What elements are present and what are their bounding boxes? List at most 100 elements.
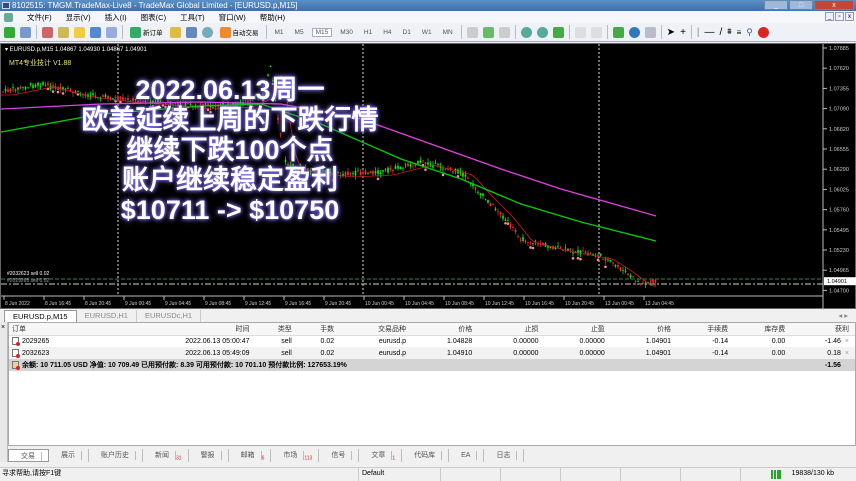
cursor-icon[interactable]: ➤ [667, 27, 675, 38]
order-row[interactable]: 2029265 2022.06.13 05:00:47 sell 0.02 eurusd… [9, 335, 855, 347]
templates-icon[interactable] [644, 26, 656, 38]
signal-dot [531, 246, 535, 250]
new-order-button[interactable]: 新订单 [128, 25, 165, 39]
balance-row: 余额: 10 711.05 USD 净值: 10 709.49 已用预付款: 8… [9, 359, 855, 371]
new-chart-icon[interactable] [4, 26, 15, 38]
terminal-tab[interactable]: 警报 [189, 449, 229, 462]
text-tool-icon[interactable]: ≡ [737, 28, 742, 37]
search-icon[interactable]: ⚲ [746, 27, 753, 38]
navigator-icon[interactable] [58, 26, 69, 38]
menu-help[interactable]: 帮助(H) [260, 12, 285, 23]
column-header[interactable]: 库存费 [734, 323, 792, 336]
column-header[interactable]: 价格 [412, 323, 479, 336]
menu-tools[interactable]: 工具(T) [180, 12, 205, 23]
candlestick-icon[interactable] [482, 26, 494, 38]
timeframe-mn[interactable]: MN [440, 29, 456, 36]
chart-symbol-info: ▾ EURUSD.p,M15 1.04867 1.04930 1.04867 1… [5, 47, 147, 53]
experts-icon[interactable] [185, 26, 197, 38]
alert-icon[interactable] [757, 26, 769, 38]
timeframe-h4[interactable]: H4 [380, 29, 394, 36]
data-window-icon[interactable] [74, 26, 85, 38]
terminal-tab[interactable]: 展示 [49, 449, 89, 462]
column-header[interactable]: 手数 [297, 323, 341, 336]
column-header[interactable]: 类型 [255, 323, 298, 336]
menu-charts[interactable]: 图表(C) [141, 12, 166, 23]
timeframe-w1[interactable]: W1 [419, 29, 435, 36]
tester-icon[interactable] [106, 26, 117, 38]
chart-tab[interactable]: EURUSDc,H1 [137, 310, 202, 322]
menu-file[interactable]: 文件(F) [27, 12, 52, 23]
tab-label: EA [455, 451, 478, 460]
vertical-line-icon[interactable]: | [697, 27, 700, 38]
candle-body [497, 211, 499, 213]
tab-scroll-arrows[interactable]: ◂ ▸ [830, 310, 856, 322]
bar-chart-icon[interactable] [466, 26, 478, 38]
terminal-tab[interactable]: 交易 [8, 449, 49, 462]
terminal-tab[interactable]: 代码库 [402, 449, 450, 462]
mdi-close-button[interactable]: x [845, 12, 854, 21]
timeframe-m30[interactable]: M30 [337, 29, 356, 36]
terminal-tab[interactable]: 日志 [484, 449, 525, 462]
menu-view[interactable]: 显示(V) [66, 12, 91, 23]
column-header[interactable]: 价格 [610, 323, 678, 336]
column-header[interactable]: 订单 [9, 323, 107, 336]
crosshair-icon[interactable]: + [680, 27, 686, 38]
terminal-tab[interactable]: EA [449, 449, 485, 462]
terminal-tab[interactable]: 邮箱 6 [229, 449, 272, 462]
price-label: 1.04700 [829, 288, 849, 294]
auto-scroll-icon[interactable] [574, 26, 586, 38]
timeframe-d1[interactable]: D1 [400, 29, 414, 36]
column-header[interactable]: 止盈 [544, 323, 611, 336]
indicators-icon[interactable] [612, 26, 624, 38]
balance-summary: 余额: 10 711.05 USD 净值: 10 709.49 已用预付款: 8… [22, 362, 347, 369]
candle-body [432, 164, 434, 168]
tile-windows-icon[interactable] [552, 26, 564, 38]
metaeditor-icon[interactable] [169, 26, 181, 38]
terminal-tab[interactable]: 新闻 31 [143, 449, 189, 462]
chart-tab[interactable]: EURUSD,H1 [77, 310, 137, 322]
timeframe-m1[interactable]: M1 [272, 29, 287, 36]
market-watch-icon[interactable] [42, 26, 53, 38]
zoom-in-icon[interactable] [520, 26, 532, 38]
candle-body [559, 247, 562, 249]
timeframe-h1[interactable]: H1 [361, 29, 375, 36]
column-header[interactable]: 手续费 [677, 323, 735, 336]
chart-tab[interactable]: EURUSD.p,M15 [4, 310, 77, 322]
column-header[interactable]: 止损 [478, 323, 545, 336]
close-order-icon[interactable]: × [841, 350, 849, 357]
minimize-button[interactable]: _ [764, 0, 788, 10]
terminal-tab[interactable]: 文章 1 [359, 449, 403, 462]
horizontal-line-icon[interactable]: — [705, 27, 715, 38]
close-order-icon[interactable]: × [841, 338, 849, 345]
mdi-minimize-button[interactable]: _ [825, 12, 834, 21]
menu-insert[interactable]: 插入(I) [105, 12, 127, 23]
column-header[interactable]: 时间 [106, 323, 256, 336]
terminal-tab[interactable]: 账户历史 [89, 449, 143, 462]
timeframe-m5[interactable]: M5 [292, 29, 307, 36]
tab-label: 展示 [55, 451, 82, 460]
zoom-out-icon[interactable] [536, 26, 548, 38]
trendline-icon[interactable]: / [720, 27, 723, 38]
menu-window[interactable]: 窗口(W) [219, 12, 246, 23]
line-chart-icon[interactable] [498, 26, 510, 38]
terminal-tab[interactable]: 信号 [319, 449, 360, 462]
periods-icon[interactable] [628, 26, 640, 38]
column-header[interactable]: 交易品种 [340, 323, 413, 336]
title-bar: 8102515: TMGM.TradeMax-Live8 - TradeMax … [0, 0, 856, 11]
terminal-icon[interactable] [90, 26, 101, 38]
auto-trading-button[interactable]: 自动交易 [218, 25, 261, 39]
restore-button[interactable]: □ [789, 0, 813, 10]
column-header[interactable]: 获利 [791, 323, 855, 336]
chart-shift-icon[interactable] [590, 26, 602, 38]
order-row[interactable]: 2032623 2022.06.13 05:49:09 sell 0.02 eurusd… [9, 347, 855, 359]
auto-trading-icon [219, 26, 231, 38]
profiles-icon[interactable] [20, 26, 31, 38]
terminal-close-icon[interactable]: × [0, 324, 5, 331]
terminal-tab[interactable]: 市场 113 [271, 449, 320, 462]
close-button[interactable]: x [814, 0, 854, 10]
fibonacci-icon[interactable]: ⩩ [727, 27, 731, 37]
caption-line: $10711 -> $10750 [120, 195, 340, 225]
globe-icon[interactable] [201, 26, 213, 38]
timeframe-m15[interactable]: M15 [311, 27, 333, 37]
mdi-restore-button[interactable]: ▫ [835, 12, 844, 21]
